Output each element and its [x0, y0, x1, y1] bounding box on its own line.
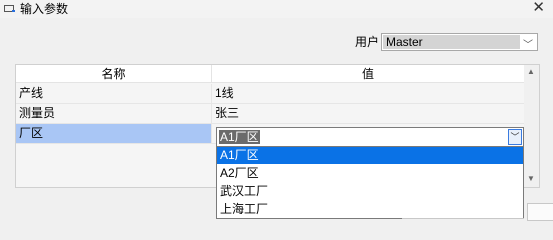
window-title: 输入参数 — [20, 2, 69, 16]
dialog-button[interactable] — [527, 203, 553, 221]
chevron-down-icon[interactable]: ﹀ — [523, 36, 533, 51]
row-value-cell[interactable]: 张三 — [212, 104, 525, 123]
column-header-name[interactable]: 名称 — [16, 65, 212, 83]
dropdown-option[interactable]: A1厂区 — [217, 147, 523, 164]
close-icon[interactable]: ✕ — [532, 0, 545, 16]
table-row[interactable]: 测量员 张三 — [16, 104, 525, 124]
dropdown-option[interactable]: 上海工厂 — [217, 201, 523, 218]
row-name-cell[interactable]: 厂区 — [16, 124, 212, 143]
vertical-scrollbar[interactable]: ▲ ▼ — [524, 65, 539, 187]
scroll-down-icon[interactable]: ▼ — [527, 174, 535, 183]
dropdown-option[interactable]: 武汉工厂 — [217, 183, 523, 200]
user-label: 用户 — [355, 35, 380, 49]
combobox-value[interactable]: A1厂区 — [219, 130, 260, 144]
row-name-cell[interactable]: 测量员 — [16, 104, 212, 123]
chevron-down-icon[interactable]: ﹀ — [508, 129, 522, 145]
user-select-value: Master — [383, 35, 520, 49]
user-select[interactable]: Master ﹀ — [381, 33, 538, 51]
title-bar: 输入参数 ✕ — [0, 0, 553, 18]
column-header-value[interactable]: 值 — [212, 65, 525, 83]
factory-combobox[interactable]: A1厂区 ﹀ — [216, 127, 524, 147]
button-edge — [402, 218, 524, 219]
row-value-cell[interactable]: 1线 — [212, 84, 525, 103]
window-icon — [4, 5, 15, 12]
factory-dropdown-list: A1厂区 A2厂区 武汉工厂 上海工厂 — [216, 146, 524, 219]
table-row[interactable]: 产线 1线 — [16, 84, 525, 104]
row-name-cell[interactable]: 产线 — [16, 84, 212, 103]
scroll-up-icon[interactable]: ▲ — [527, 67, 535, 76]
dropdown-option[interactable]: A2厂区 — [217, 165, 523, 182]
